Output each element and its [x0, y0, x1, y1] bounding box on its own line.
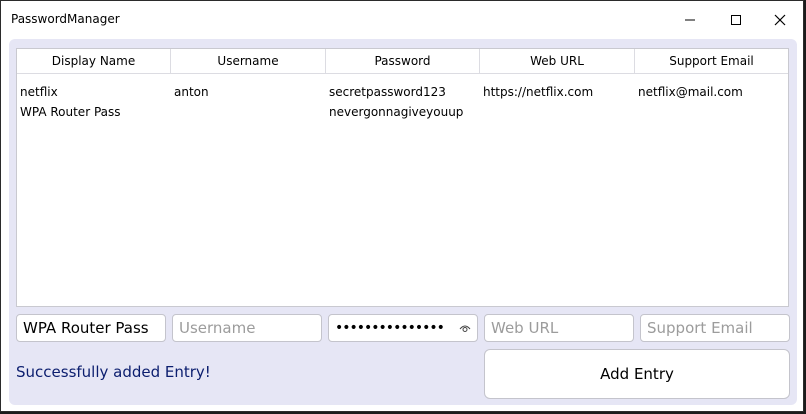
minimize-button[interactable]: [667, 1, 713, 39]
title-bar: PasswordManager: [1, 1, 803, 39]
client-area: Display Name Username Password Web URL S…: [9, 39, 797, 405]
cell-web-url: https://netflix.com: [483, 85, 594, 99]
password-input[interactable]: •••••••••••••••: [328, 314, 478, 342]
column-header-support-email[interactable]: Support Email: [635, 49, 788, 73]
username-input[interactable]: Username: [172, 314, 322, 342]
maximize-icon: [731, 15, 741, 25]
cell-display-name: netflix: [20, 85, 58, 99]
cell-password: nevergonnagiveyouup: [329, 105, 464, 119]
table-row[interactable]: netflix anton secretpassword123 https://…: [17, 82, 788, 102]
column-header-web-url[interactable]: Web URL: [480, 49, 635, 73]
web-url-input[interactable]: Web URL: [484, 314, 634, 342]
column-header-password[interactable]: Password: [326, 49, 480, 73]
column-header-display-name[interactable]: Display Name: [17, 49, 171, 73]
table-row[interactable]: WPA Router Pass nevergonnagiveyouup: [17, 102, 788, 122]
cell-password: secretpassword123: [329, 85, 446, 99]
close-icon: [774, 14, 786, 26]
password-masked-value: •••••••••••••••: [335, 320, 445, 336]
support-email-input[interactable]: Support Email: [640, 314, 790, 342]
display-name-input[interactable]: WPA Router Pass: [16, 314, 166, 342]
window-title: PasswordManager: [11, 12, 120, 26]
maximize-button[interactable]: [713, 1, 759, 39]
table-header: Display Name Username Password Web URL S…: [17, 49, 788, 74]
cell-display-name: WPA Router Pass: [20, 105, 121, 119]
app-window: PasswordManager Display Name Username Pa…: [0, 0, 804, 412]
reveal-password-icon[interactable]: [459, 324, 471, 333]
cell-username: anton: [174, 85, 209, 99]
cell-web-url: [480, 102, 635, 122]
cell-username: [171, 102, 326, 122]
column-header-username[interactable]: Username: [171, 49, 326, 73]
status-message: Successfully added Entry!: [16, 363, 211, 381]
entries-table[interactable]: Display Name Username Password Web URL S…: [16, 48, 789, 307]
close-button[interactable]: [757, 1, 803, 39]
add-entry-button[interactable]: Add Entry: [484, 349, 790, 399]
cell-support-email: netflix@mail.com: [638, 85, 743, 99]
cell-support-email: [635, 102, 788, 122]
minimize-icon: [685, 19, 695, 21]
